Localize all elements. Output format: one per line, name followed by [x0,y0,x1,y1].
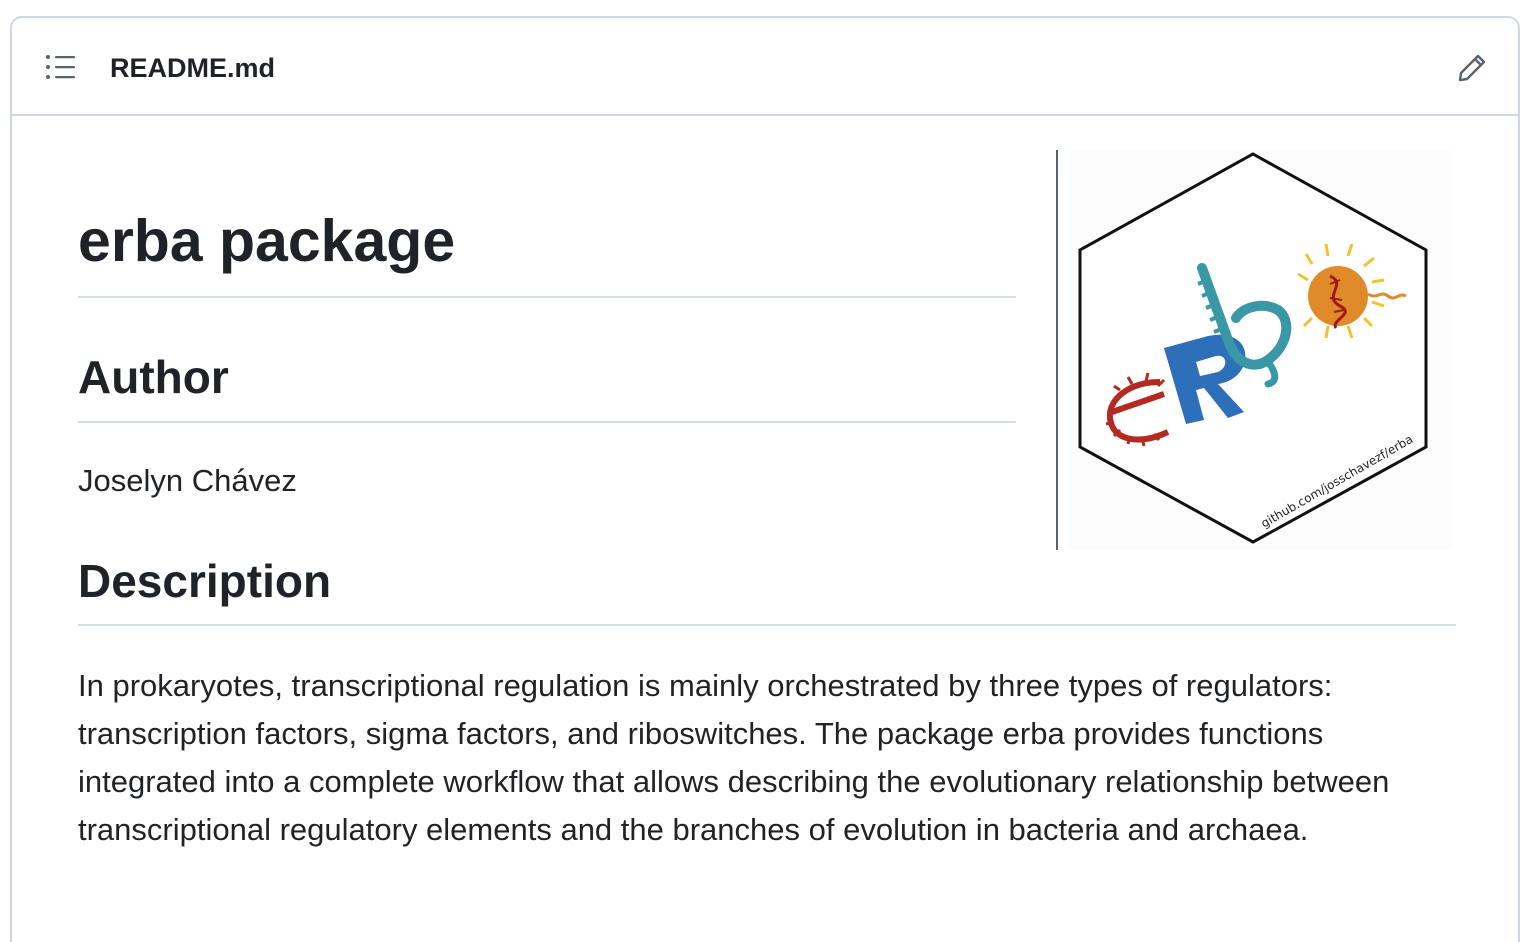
erba-hex-logo: github.com/josschavezf/erba [1056,150,1456,550]
author-name: Joselyn Chávez [78,463,297,498]
pencil-icon[interactable] [1456,52,1488,84]
page-title: erba package [78,208,456,274]
file-name: README.md [110,53,276,83]
description-heading: Description [78,555,332,607]
author-heading: Author [78,351,229,403]
list-unordered-icon[interactable] [45,54,77,80]
title-divider [78,296,1016,298]
readme-header: README.md [12,18,1518,116]
description-text: In prokaryotes, transcriptional regulati… [78,668,1390,847]
readme-container: README.md github.com/josschavezf/erba er… [10,16,1520,942]
description-divider [78,624,1456,626]
author-divider [78,421,1016,423]
